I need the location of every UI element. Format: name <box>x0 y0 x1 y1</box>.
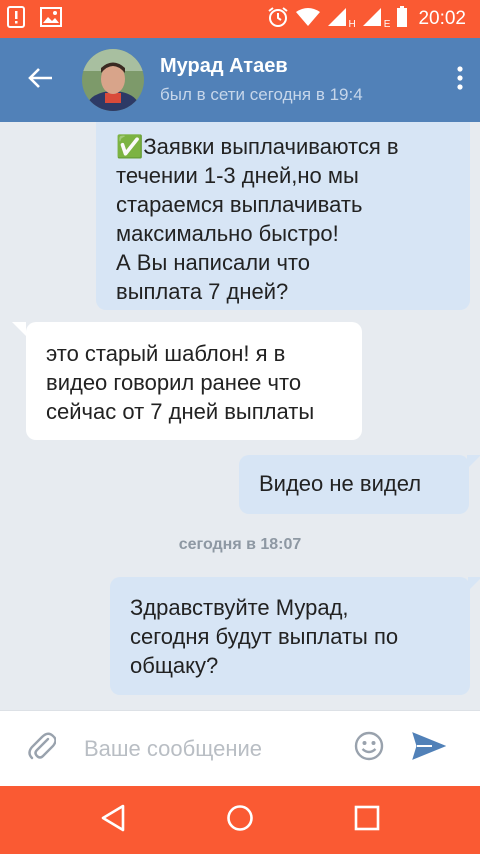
image-icon <box>40 6 62 32</box>
message-list[interactable]: ✅Заявки выплачиваются в течении 1-3 дней… <box>0 122 480 710</box>
bubble-tail <box>468 577 480 591</box>
nav-home-button[interactable] <box>205 786 275 854</box>
more-button[interactable] <box>440 38 480 122</box>
message-line: А Вы написали что <box>116 250 310 275</box>
message-line: видео говорил ранее что <box>46 370 302 395</box>
message-line: Видео не видел <box>259 471 422 496</box>
date-separator: сегодня в 18:07 <box>178 536 302 553</box>
message-line: течении 1-3 дней,но мы <box>116 163 359 188</box>
attach-icon <box>28 731 57 766</box>
signal-icon <box>327 7 347 32</box>
bubble-tail <box>467 455 480 469</box>
alarm-icon <box>267 6 289 33</box>
more-vertical-icon <box>457 65 463 95</box>
chat-header: Мурад Атаев был в сети сегодня в 19:4 <box>0 38 480 122</box>
send-icon <box>412 732 447 765</box>
message-line: ✅Заявки выплачиваются в <box>116 134 399 159</box>
message-input[interactable] <box>84 728 334 769</box>
network-type-label: H <box>348 18 356 30</box>
message-bubble-incoming[interactable]: это старый шаблон! я в видео говорил ран… <box>12 322 362 440</box>
message-line: выплата 7 дней? <box>116 279 289 304</box>
composer-bar <box>0 710 480 786</box>
emoji-icon <box>354 731 384 766</box>
bubble-tail <box>12 322 26 336</box>
message-line: общаку? <box>130 653 219 678</box>
battery-icon <box>396 5 408 33</box>
clock: 20:02 <box>418 8 466 29</box>
send-button[interactable] <box>394 711 464 787</box>
recents-square-icon <box>354 805 380 836</box>
nav-recents-button[interactable] <box>332 786 402 854</box>
wifi-icon <box>295 7 321 32</box>
back-triangle-icon <box>100 804 126 837</box>
contact-status: был в сети сегодня в 19:4 <box>160 85 363 104</box>
message-line: это старый шаблон! я в <box>46 341 286 366</box>
message-line: сейчас от 7 дней выплаты <box>46 399 315 424</box>
signal-icon <box>362 7 382 32</box>
avatar[interactable] <box>82 49 144 111</box>
contact-name[interactable]: Мурад Атаев <box>160 53 410 79</box>
message-line: Здравствуйте Мурад, <box>130 595 349 620</box>
message-bubble-outgoing[interactable]: Здравствуйте Мурад, сегодня будут выплат… <box>110 577 480 695</box>
status-bar: H E 20:02 <box>0 0 480 38</box>
back-button[interactable] <box>0 38 80 122</box>
message-bubble-outgoing[interactable]: ✅Заявки выплачиваются в течении 1-3 дней… <box>96 122 470 310</box>
message-line: стараемся выплачивать <box>116 192 363 217</box>
system-nav-bar <box>0 786 480 854</box>
message-line: максимально быстро! <box>116 221 339 246</box>
network-type-label: E <box>383 18 391 30</box>
alert-icon <box>6 5 26 34</box>
home-circle-icon <box>226 804 254 837</box>
emoji-button[interactable] <box>344 711 394 787</box>
message-bubble-outgoing[interactable]: Видео не видел <box>239 455 480 514</box>
attach-button[interactable] <box>0 711 84 787</box>
nav-back-button[interactable] <box>78 786 148 854</box>
back-arrow-icon <box>27 67 53 94</box>
message-line: сегодня будут выплаты по <box>130 624 399 649</box>
